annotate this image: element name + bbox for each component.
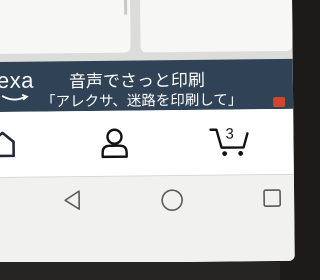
banner-subtitle: 「アレクサ、迷路を印刷して」	[41, 92, 243, 111]
banner-corner-mark	[273, 96, 286, 108]
alexa-print-banner[interactable]: exa 音声でさっと印刷 「アレクサ、迷路を印刷して」	[0, 58, 294, 112]
android-navigation-bar	[0, 174, 295, 264]
content-cards	[0, 0, 293, 64]
home-icon[interactable]	[0, 130, 16, 158]
phone-screen: exa 音声でさっと印刷 「アレクサ、迷路を印刷して」 3	[0, 0, 295, 264]
back-icon[interactable]	[62, 189, 82, 211]
account-icon[interactable]	[99, 127, 129, 159]
alexa-logo: exa	[0, 67, 34, 93]
content-card-left[interactable]	[0, 0, 131, 54]
amazon-smile-icon	[1, 93, 29, 101]
recent-apps-icon[interactable]	[262, 188, 282, 208]
cart-count-badge: 3	[225, 125, 234, 143]
home-circle-icon[interactable]	[160, 188, 184, 212]
device-bezel	[0, 262, 280, 280]
card-divider	[123, 0, 128, 15]
app-bottom-nav: 3	[0, 108, 294, 178]
content-card-right[interactable]	[139, 0, 293, 53]
